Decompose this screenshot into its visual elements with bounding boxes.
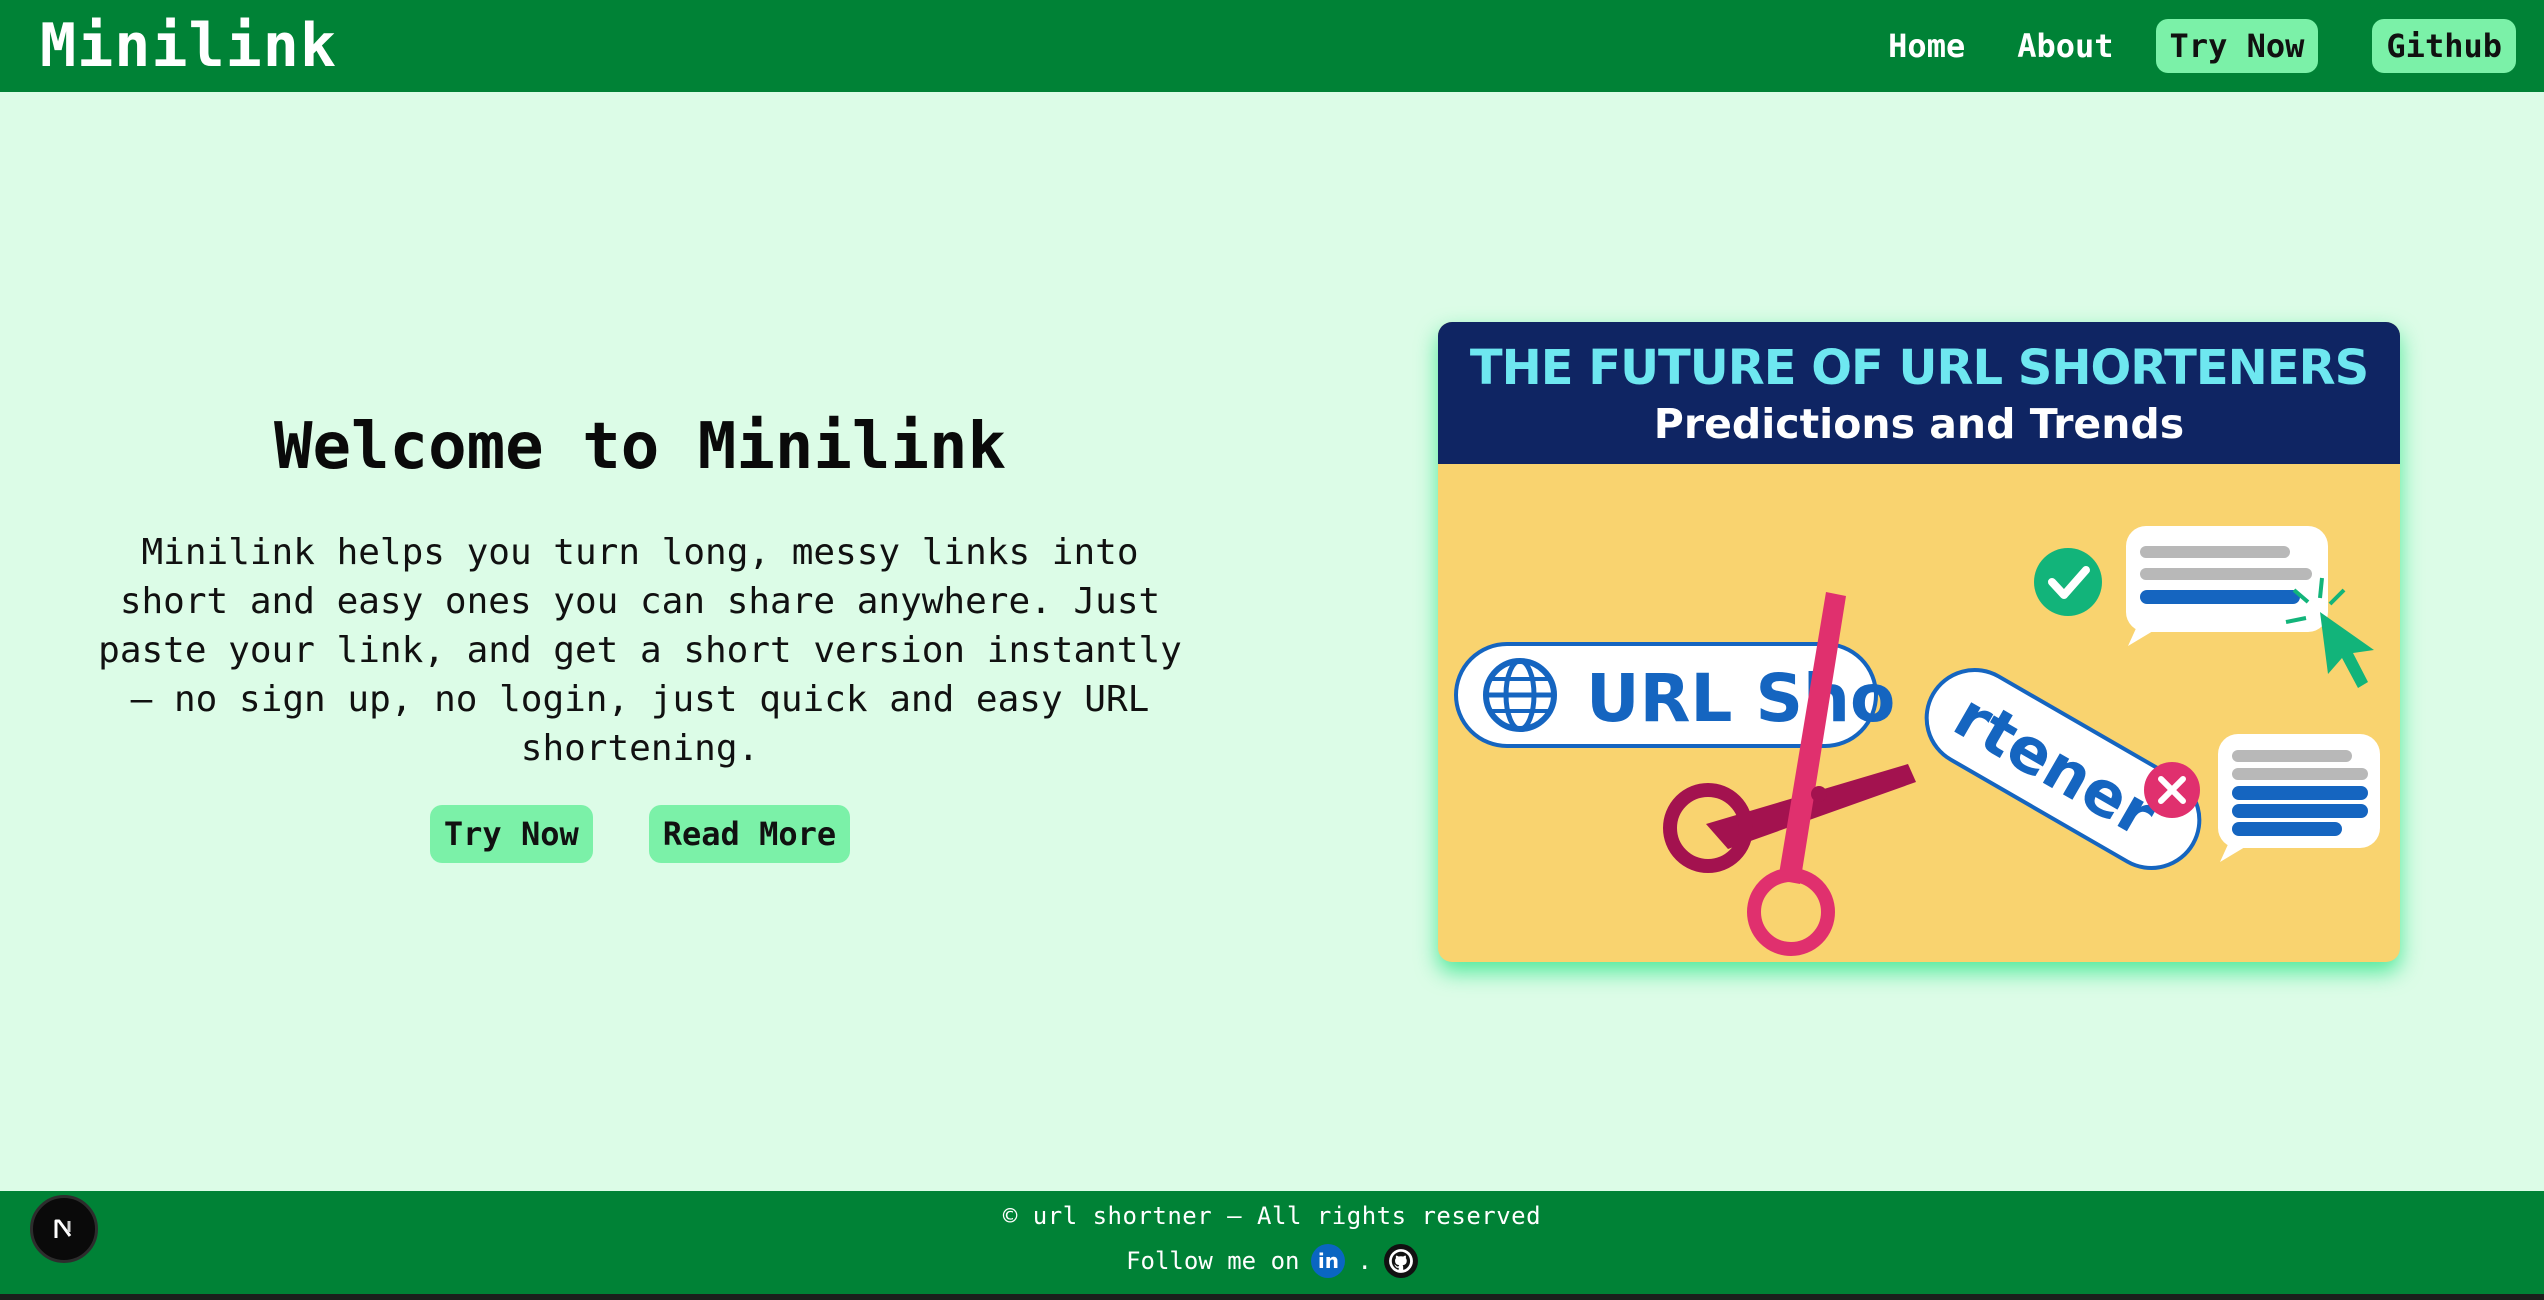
hero-description: Minilink helps you turn long, messy link… [98,532,1182,769]
hero-title: Welcome to Minilink [273,410,1007,484]
error-icon [2144,762,2200,818]
nextjs-logo-icon [54,1219,72,1238]
chat-bubble-icon [2126,526,2328,646]
url-bar-text: URL Sho [1586,660,1895,737]
footer-bottom-border [0,1294,2544,1300]
hero-try-now-button[interactable]: Try Now [429,805,593,863]
nav-try-now-button[interactable]: Try Now [2155,19,2319,73]
hero-buttons: Try Now Read More [60,805,1220,863]
nav-home-link[interactable]: Home [1878,21,1975,71]
hero-read-more-button[interactable]: Read More [648,805,851,863]
hero-banner-image: THE FUTURE OF URL SHORTENERS Predictions… [1438,322,2400,962]
nav-about-link[interactable]: About [2007,21,2123,71]
cursor-icon [2285,577,2374,688]
nav-links: Home About Try Now Github [1878,19,2516,73]
footer: © url shortner — All rights reserved Fol… [0,1191,2544,1294]
follow-row: Follow me on in . [0,1244,2544,1278]
banner-subtitle: Predictions and Trends [1653,400,2185,448]
follow-separator: . [1357,1247,1372,1275]
copyright-text: © url shortner — All rights reserved [1002,1202,1542,1230]
brand-logo[interactable]: Minilink [40,11,337,81]
hero-section: Welcome to Minilink Minilink helps you t… [60,410,1220,863]
check-icon [2034,548,2102,616]
top-navbar: Minilink Home About Try Now Github [0,0,2544,92]
chat-bubble-icon [2218,734,2380,862]
nextjs-dev-badge[interactable] [30,1195,98,1263]
banner-title: THE FUTURE OF URL SHORTENERS [1469,340,2369,396]
banner-illustration: URL Sho rtener [1454,526,2380,956]
github-icon[interactable] [1383,1244,1418,1278]
nav-github-button[interactable]: Github [2372,19,2516,73]
linkedin-icon[interactable]: in [1311,1244,1346,1278]
follow-text: Follow me on [1126,1247,1300,1275]
banner-header: THE FUTURE OF URL SHORTENERS Predictions… [1438,322,2400,464]
